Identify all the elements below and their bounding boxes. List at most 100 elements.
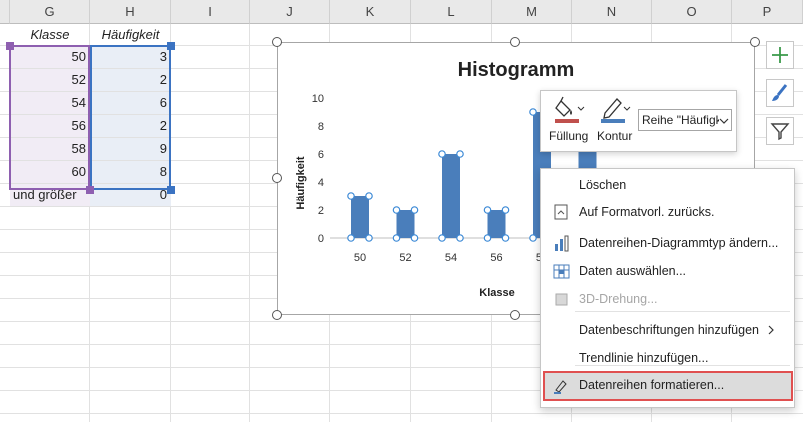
paint-bucket-icon (555, 96, 585, 123)
range-handle[interactable] (6, 42, 14, 50)
bar-selection-handle[interactable] (529, 108, 537, 116)
bar-selection-handle[interactable] (410, 234, 419, 242)
y-tick-label: 4 (318, 177, 324, 189)
column-header-H[interactable]: H (90, 0, 171, 24)
bar-selection-handle[interactable] (501, 234, 510, 242)
menu-item-daten-auswählen[interactable]: Daten auswählen... (541, 257, 794, 285)
fill-button[interactable]: Füllung (547, 95, 591, 149)
format-mini-toolbar: Füllung Kontur Reihe "Häufigk (540, 90, 737, 152)
bar-selection-handle[interactable] (501, 206, 510, 214)
chart-elements-button[interactable] (766, 41, 794, 69)
menu-item-datenreihen-diagrammtyp-ändern[interactable]: Datenreihen-Diagrammtyp ändern... (541, 229, 794, 257)
column-header-O[interactable]: O (652, 0, 732, 24)
x-tick-label: 56 (490, 252, 502, 264)
bar-selection-handle[interactable] (483, 206, 492, 214)
menu-item-label: 3D-Drehung... (579, 292, 658, 306)
chart-resize-handle[interactable] (272, 310, 282, 320)
range-handle[interactable] (167, 186, 175, 194)
menu-item-label: Trendlinie hinzufügen... (579, 351, 709, 365)
menu-item-3d-drehung: 3D-Drehung... (541, 285, 794, 313)
header-klasse[interactable]: Klasse (10, 24, 90, 46)
column-header-I[interactable]: I (171, 0, 250, 24)
chevron-right-icon (768, 325, 774, 335)
menu-separator (575, 365, 790, 366)
bar-selection-handle[interactable] (438, 150, 446, 158)
column-header-J[interactable]: J (250, 0, 330, 24)
chart-resize-handle[interactable] (750, 37, 760, 47)
x-tick-label: 50 (354, 252, 366, 264)
y-axis-title[interactable]: Häufigkeit (295, 156, 307, 210)
3d-rotation-icon (555, 293, 568, 306)
menu-item-label: Löschen (579, 178, 627, 192)
menu-item-label: Daten auswählen... (579, 264, 687, 278)
header-haeufigkeit[interactable]: Häufigkeit (90, 24, 171, 46)
bar-selection-handle[interactable] (365, 234, 373, 242)
histogram-bar-56[interactable] (487, 210, 506, 238)
chevron-down-icon (719, 117, 729, 125)
grid-column-line (249, 24, 250, 422)
bar-selection-handle[interactable] (438, 234, 446, 242)
menu-item-trendlinie-hinzufügen[interactable]: Trendlinie hinzufügen... (541, 344, 794, 372)
reset-style-icon (554, 204, 568, 220)
chart-resize-handle[interactable] (272, 37, 282, 47)
column-header-K[interactable]: K (330, 0, 411, 24)
chart-resize-handle[interactable] (510, 310, 520, 320)
menu-item-label: Datenreihen-Diagrammtyp ändern... (579, 236, 779, 250)
outline-button[interactable]: Kontur (595, 95, 637, 149)
chart-resize-handle[interactable] (272, 173, 282, 183)
corner-header[interactable] (0, 0, 10, 24)
menu-item-löschen[interactable]: Löschen (541, 171, 794, 199)
chart-title[interactable]: Histogramm (458, 59, 575, 81)
histogram-bar-54[interactable] (442, 154, 460, 238)
bar-selection-handle[interactable] (347, 192, 355, 200)
outline-label: Kontur (597, 129, 633, 143)
range-handle[interactable] (167, 42, 175, 50)
format-series-icon (554, 380, 567, 394)
menu-item-auf-formatvorl-zurücks[interactable]: Auf Formatvorl. zurücks. (541, 198, 794, 226)
brush-icon (772, 84, 788, 101)
bar-selection-handle[interactable] (529, 234, 537, 242)
bar-selection-handle[interactable] (483, 234, 492, 242)
menu-item-label: Datenbeschriftungen hinzufügen (579, 323, 759, 337)
chart-styles-button[interactable] (766, 79, 794, 107)
menu-item-label: Auf Formatvorl. zurücks. (579, 205, 715, 219)
series-select-value: Reihe "Häufigk (642, 113, 722, 127)
bar-selection-handle[interactable] (365, 192, 373, 200)
menu-item-datenreihen-formatieren[interactable]: Datenreihen formatieren... (541, 371, 794, 399)
chart-filters-button[interactable] (766, 117, 794, 145)
column-header-L[interactable]: L (411, 0, 492, 24)
range-handle[interactable] (86, 186, 94, 194)
y-tick-label: 6 (318, 149, 324, 161)
bar-selection-handle[interactable] (410, 206, 419, 214)
column-header-M[interactable]: M (492, 0, 572, 24)
y-tick-label: 0 (318, 233, 324, 245)
haeufigkeit-range-highlight (90, 45, 171, 190)
fill-label: Füllung (549, 129, 589, 143)
histogram-bar-50[interactable] (351, 196, 369, 238)
menu-item-datenbeschriftungen-hinzufügen[interactable]: Datenbeschriftungen hinzufügen (541, 316, 794, 344)
chart-resize-handle[interactable] (510, 37, 520, 47)
histogram-bar-52[interactable] (396, 210, 415, 238)
column-header-P[interactable]: P (732, 0, 803, 24)
menu-separator (575, 311, 790, 312)
plus-icon (772, 47, 788, 63)
column-header-N[interactable]: N (572, 0, 652, 24)
y-tick-label: 8 (318, 121, 324, 133)
y-tick-label: 2 (318, 205, 324, 217)
bar-selection-handle[interactable] (392, 234, 401, 242)
klasse-range-highlight (9, 45, 90, 190)
bar-selection-handle[interactable] (456, 234, 464, 242)
x-tick-label: 54 (445, 252, 457, 264)
bar-selection-handle[interactable] (392, 206, 401, 214)
bar-selection-handle[interactable] (347, 234, 355, 242)
x-axis-title[interactable]: Klasse (479, 287, 514, 299)
select-data-icon (553, 264, 570, 279)
outline-color-swatch (601, 119, 625, 123)
bar-selection-handle[interactable] (456, 150, 464, 158)
column-header-G[interactable]: G (10, 0, 90, 24)
filter-icon (770, 123, 790, 141)
series-select[interactable]: Reihe "Häufigk (638, 109, 732, 131)
x-tick-label: 52 (399, 252, 411, 264)
grid-row-line (0, 413, 803, 414)
chart-type-icon (555, 235, 569, 252)
